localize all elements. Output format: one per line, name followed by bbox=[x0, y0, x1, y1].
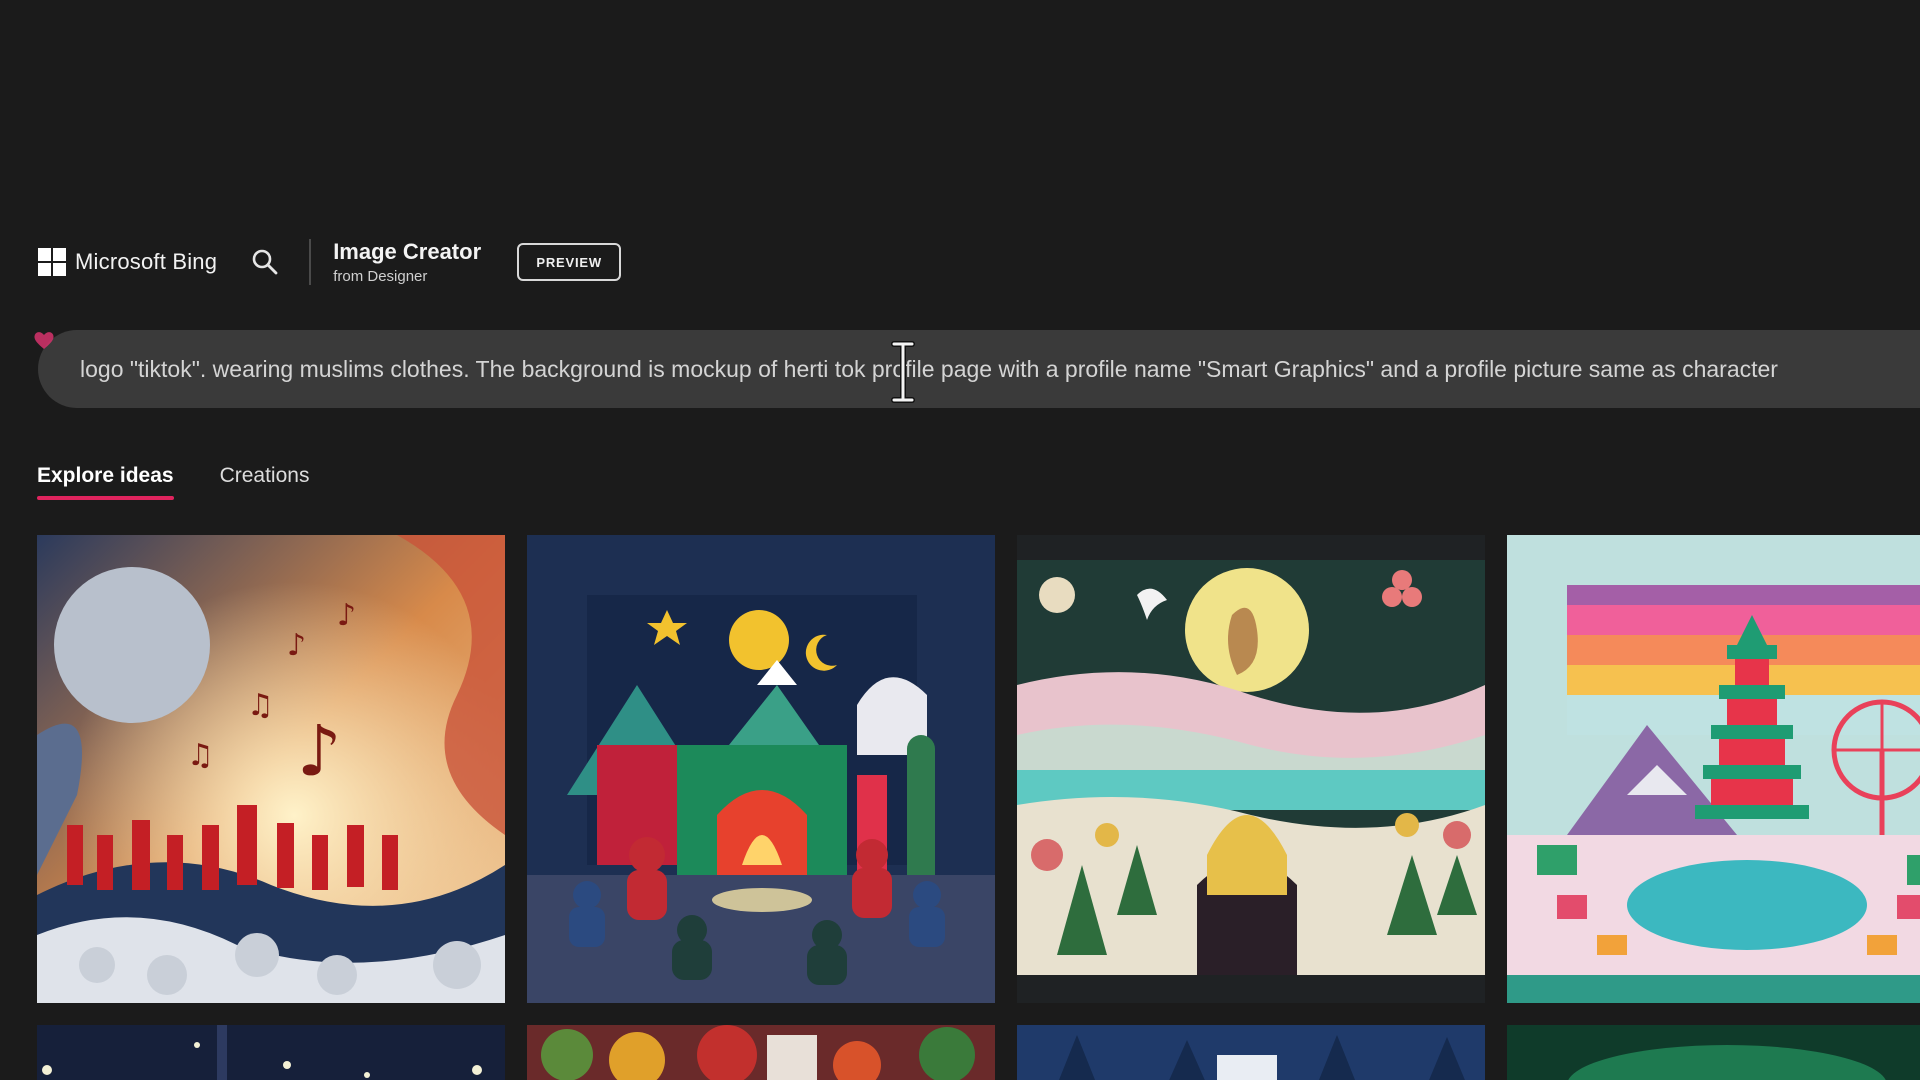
product-subtitle: from Designer bbox=[333, 268, 428, 286]
svg-text:♫: ♫ bbox=[247, 688, 274, 723]
svg-text:♪: ♪ bbox=[297, 710, 342, 792]
gallery-image bbox=[527, 535, 995, 1003]
prompt-bar bbox=[38, 330, 1920, 408]
microsoft-bing-brand[interactable]: Microsoft Bing bbox=[38, 248, 217, 276]
image-creator-page: Microsoft Bing Image Creator from Design… bbox=[0, 0, 1920, 1080]
tab-bar: Explore ideas Creations bbox=[37, 464, 309, 500]
gallery-image bbox=[1017, 1025, 1485, 1080]
microsoft-logo-icon bbox=[38, 248, 66, 276]
gallery-image bbox=[1507, 535, 1920, 1003]
gallery-image-card[interactable] bbox=[1017, 1025, 1485, 1080]
tab-explore-ideas[interactable]: Explore ideas bbox=[37, 464, 174, 500]
tab-creations[interactable]: Creations bbox=[220, 464, 310, 500]
svg-text:♫: ♫ bbox=[187, 738, 214, 773]
gallery-image-card[interactable] bbox=[527, 535, 995, 1003]
gallery-image: ♪ ♫ ♪ ♫ ♪ bbox=[37, 535, 505, 1003]
gallery-image-card[interactable] bbox=[527, 1025, 995, 1080]
gallery-image-card[interactable] bbox=[1017, 535, 1485, 1003]
svg-text:♪: ♪ bbox=[337, 598, 356, 633]
search-button[interactable] bbox=[243, 240, 287, 284]
product-title: Image Creator bbox=[333, 238, 482, 264]
search-icon bbox=[252, 249, 278, 275]
gallery-image bbox=[1507, 1025, 1920, 1080]
header-divider bbox=[309, 239, 312, 285]
prompt-input[interactable] bbox=[78, 354, 1920, 384]
gallery-image-card[interactable] bbox=[37, 1025, 505, 1080]
image-gallery: ♪ ♫ ♪ ♫ ♪ bbox=[37, 535, 1920, 1080]
brand-name: Microsoft Bing bbox=[75, 249, 218, 274]
gallery-image-card[interactable]: ♪ ♫ ♪ ♫ ♪ bbox=[37, 535, 505, 1003]
svg-text:♪: ♪ bbox=[287, 628, 306, 663]
gallery-image-card[interactable] bbox=[1507, 1025, 1920, 1080]
heart-icon bbox=[34, 332, 54, 349]
gallery-image bbox=[37, 1025, 505, 1080]
header: Microsoft Bing Image Creator from Design… bbox=[38, 226, 622, 298]
gallery-image bbox=[527, 1025, 995, 1080]
gallery-image bbox=[1017, 535, 1485, 1003]
gallery-image-card[interactable] bbox=[1507, 535, 1920, 1003]
preview-badge: PREVIEW bbox=[517, 243, 622, 281]
product-title-block[interactable]: Image Creator from Designer bbox=[333, 239, 481, 286]
